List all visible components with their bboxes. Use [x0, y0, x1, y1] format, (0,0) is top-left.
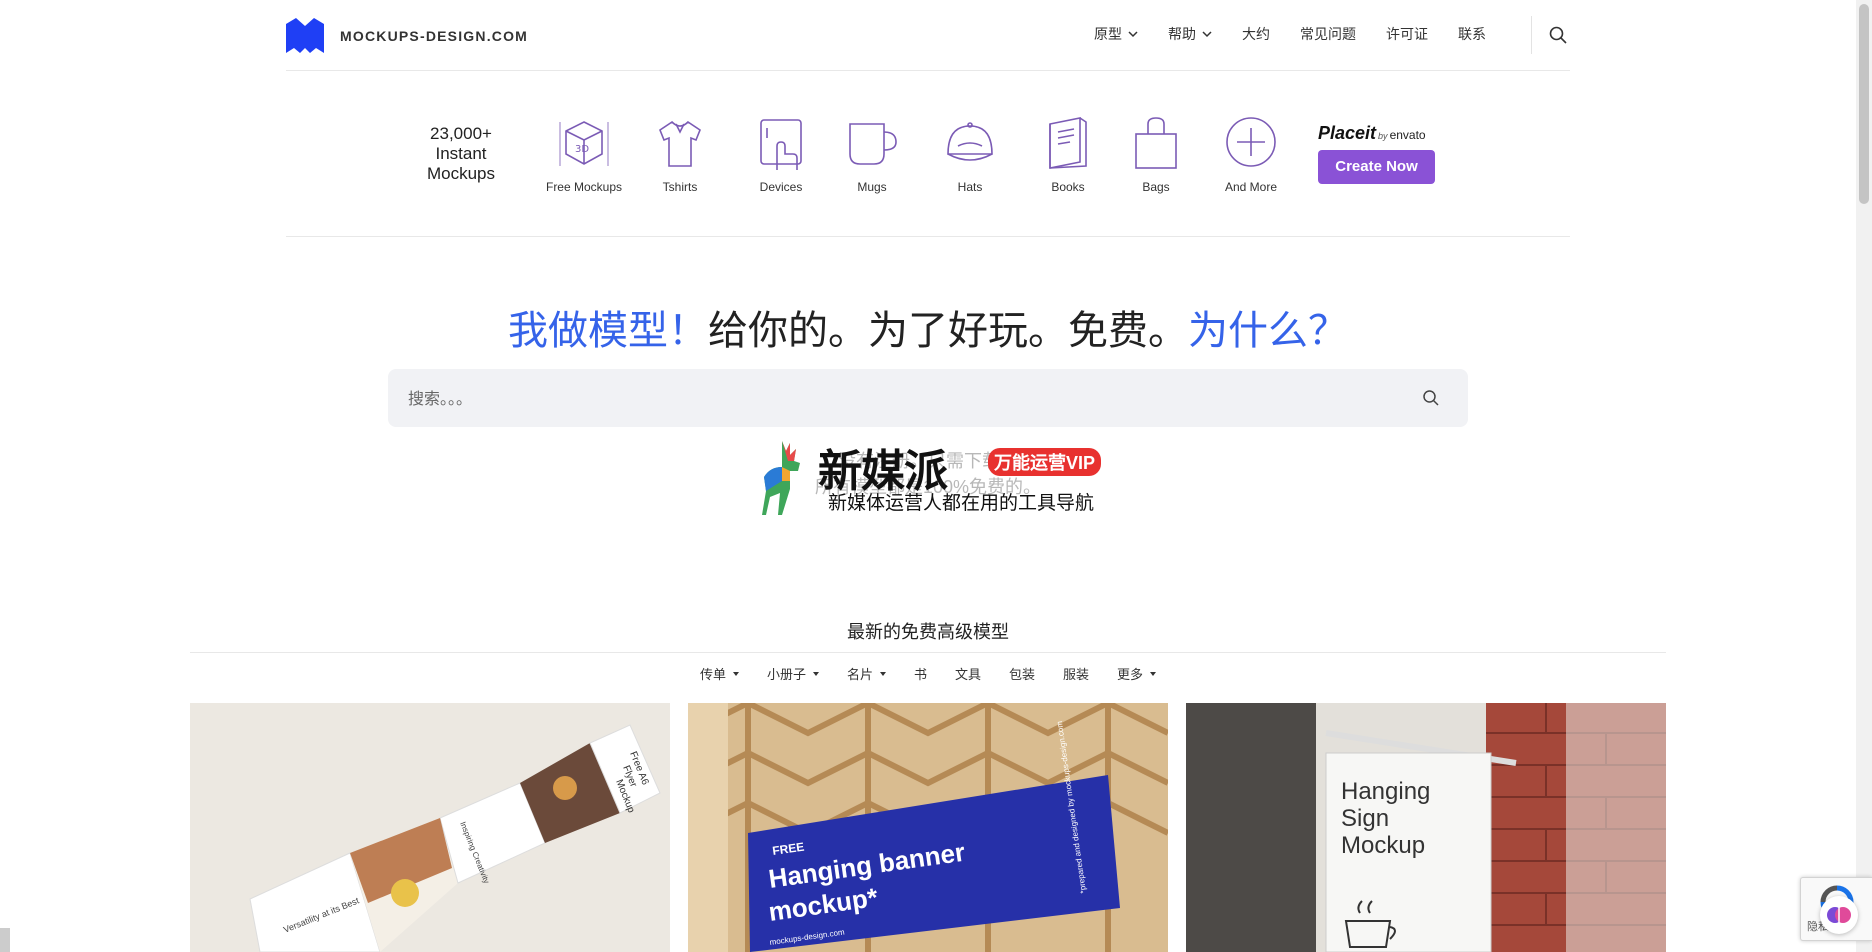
- main-nav: 原型 帮助 大约 常见问题 许可证 联系: [1064, 24, 1486, 44]
- placeit-promo: Placeit by envato Create Now: [1318, 123, 1458, 184]
- brain-icon: [1827, 907, 1851, 923]
- svg-text:3D: 3D: [575, 144, 589, 155]
- edge-marker: [0, 928, 10, 952]
- logo-mark-icon: [286, 18, 324, 53]
- mockup-card-banner[interactable]: FREE Hanging banner mockup* mockups-desi…: [688, 703, 1168, 952]
- card-text: Mockup: [1341, 832, 1425, 859]
- mug-icon: [849, 123, 897, 165]
- search-icon[interactable]: [1422, 389, 1440, 407]
- flyer-mockup-image: Free A6 Flyer Mockup Versatility at its …: [249, 724, 661, 952]
- latest-mockups-title: 最新的免费高级模型: [847, 622, 1009, 642]
- chevron-down-icon: [1202, 31, 1212, 38]
- filter-apparel[interactable]: 服装: [1063, 664, 1089, 683]
- filter-brochures[interactable]: 小册子: [767, 664, 819, 683]
- banner-mockup-image: FREE Hanging banner mockup* mockups-desi…: [688, 703, 1168, 952]
- watermark-badge: 万能运营VIP: [988, 448, 1102, 476]
- site-header: MOCKUPS-DESIGN.COM 原型 帮助 大约 常见问题 许可证 联系: [286, 0, 1570, 71]
- watermark-subtitle: 新媒体运营人都在用的工具导航: [828, 493, 1095, 514]
- category-label: Bags: [1142, 180, 1170, 194]
- category-label: Tshirts: [662, 180, 698, 194]
- assistant-brain-icon[interactable]: [1820, 896, 1858, 934]
- category-mugs[interactable]: Mugs: [842, 116, 902, 194]
- category-label: Devices: [759, 180, 803, 194]
- deer-logo-icon: [762, 441, 800, 515]
- filter-business-cards[interactable]: 名片: [847, 664, 886, 683]
- sign-mockup-image: Hanging Sign Mockup: [1186, 703, 1666, 952]
- category-devices[interactable]: Devices: [746, 116, 816, 194]
- placeit-logo[interactable]: Placeit by envato: [1318, 123, 1458, 144]
- category-label: Mugs: [857, 180, 887, 194]
- bag-icon: [1135, 117, 1177, 169]
- nav-item-about[interactable]: 大约: [1242, 24, 1270, 44]
- page-scrollbar[interactable]: [1856, 0, 1872, 952]
- nav-label: 联系: [1458, 26, 1486, 42]
- category-label: And More: [1224, 180, 1278, 194]
- category-filters: 传单 小册子 名片 书 文具 包装 服装 更多: [0, 664, 1856, 683]
- chevron-down-icon: [1128, 31, 1138, 38]
- 3d-box-icon: 3D: [559, 121, 609, 166]
- nav-label: 许可证: [1386, 26, 1428, 42]
- why-link[interactable]: 为什么？: [1188, 309, 1348, 353]
- mockup-cards: Free A6 Flyer Mockup Versatility at its …: [190, 703, 1666, 952]
- card-text: Sign: [1341, 805, 1389, 832]
- instant-mockups-title: 23,000+ Instant Mockups: [426, 124, 496, 183]
- tshirt-icon: [659, 120, 701, 167]
- dropdown-triangle-icon: [1150, 671, 1157, 676]
- category-label: Free Mockups: [545, 180, 623, 194]
- filter-flyers[interactable]: 传单: [700, 664, 739, 683]
- plus-circle-icon: [1226, 117, 1276, 167]
- filter-more[interactable]: 更多: [1117, 664, 1157, 683]
- nav-label: 原型: [1094, 26, 1122, 42]
- cap-icon: [947, 122, 993, 161]
- nav-item-license[interactable]: 许可证: [1386, 24, 1428, 44]
- category-hats[interactable]: Hats: [940, 116, 1000, 194]
- nav-label: 大约: [1242, 26, 1270, 42]
- nav-label: 帮助: [1168, 26, 1196, 42]
- category-books[interactable]: Books: [1038, 116, 1098, 194]
- category-tshirts[interactable]: Tshirts: [650, 116, 710, 194]
- logo-text: MOCKUPS-DESIGN.COM: [340, 27, 529, 44]
- dropdown-triangle-icon: [812, 671, 819, 676]
- category-and-more[interactable]: And More: [1216, 116, 1286, 194]
- card-text: Hanging: [1341, 778, 1430, 805]
- nav-divider: [1531, 16, 1532, 54]
- category-bags[interactable]: Bags: [1126, 116, 1186, 194]
- category-label: Books: [1051, 180, 1085, 194]
- dropdown-triangle-icon: [879, 671, 886, 676]
- dropdown-triangle-icon: [732, 671, 739, 676]
- mockup-card-flyer[interactable]: Free A6 Flyer Mockup Versatility at its …: [190, 703, 670, 952]
- category-free-mockups[interactable]: 3D Free Mockups: [544, 116, 624, 194]
- scrollbar-thumb[interactable]: [1859, 4, 1869, 204]
- book-icon: [1049, 117, 1087, 169]
- create-now-button[interactable]: Create Now: [1318, 150, 1435, 184]
- nav-item-mockups[interactable]: 原型: [1094, 24, 1138, 44]
- search-input[interactable]: [388, 369, 1468, 427]
- search-icon[interactable]: [1548, 25, 1568, 45]
- filter-packaging[interactable]: 包装: [1009, 664, 1035, 683]
- search-bar: [388, 369, 1468, 427]
- section-divider: [190, 652, 1666, 653]
- filter-books[interactable]: 书: [914, 664, 927, 683]
- mockup-card-sign[interactable]: Hanging Sign Mockup: [1186, 703, 1666, 952]
- tablet-hand-icon: [760, 119, 802, 170]
- filter-stationery[interactable]: 文具: [955, 664, 981, 683]
- category-label: Hats: [957, 180, 983, 194]
- nav-item-faq[interactable]: 常见问题: [1300, 24, 1356, 44]
- nav-item-contact[interactable]: 联系: [1458, 24, 1486, 44]
- nav-item-help[interactable]: 帮助: [1168, 24, 1212, 44]
- hero-title: 我做模型！给你的。为了好玩。免费。为什么？: [508, 309, 1348, 353]
- site-logo[interactable]: MOCKUPS-DESIGN.COM: [286, 18, 528, 53]
- placeit-category-strip: 23,000+ Instant Mockups 3D Free Mockups …: [286, 72, 1570, 237]
- watermark-overlay: 新媒派 万能运营VIP 新媒体运营人都在用的工具导航: [760, 435, 1120, 515]
- nav-label: 常见问题: [1300, 26, 1356, 42]
